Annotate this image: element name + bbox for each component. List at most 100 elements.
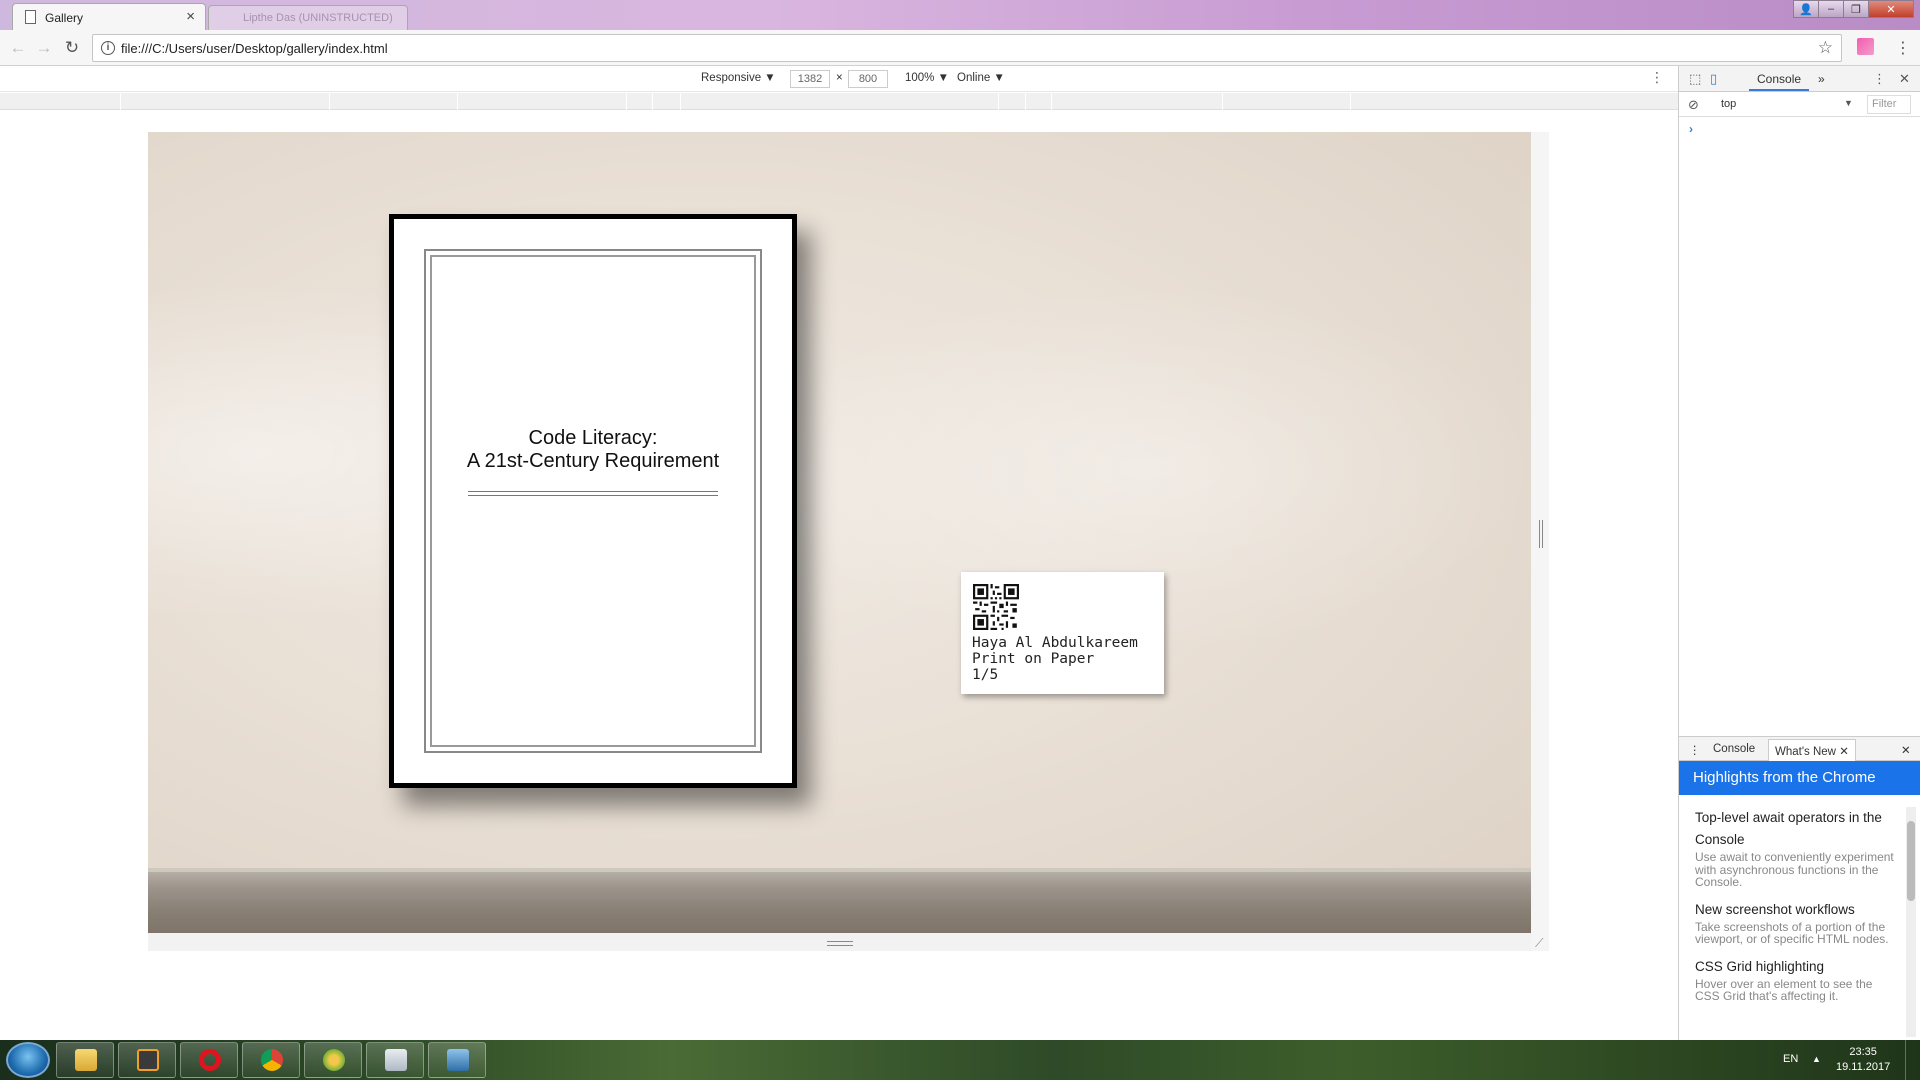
browser-tab-strip: Gallery × Lipthe Das (UNINSTRUCTED) 👤 – … xyxy=(0,0,1920,30)
minimize-button[interactable]: – xyxy=(1818,0,1844,18)
viewport-width-input[interactable]: 1382 xyxy=(790,70,830,88)
forward-arrow-icon[interactable]: → xyxy=(34,38,54,58)
chrome-icon xyxy=(261,1049,283,1071)
devtools-drawer: ⋮ Console What's New ✕ ✕ Highlights from… xyxy=(1679,736,1920,1040)
media-query-segment[interactable] xyxy=(1350,93,1351,110)
viewport-height-input[interactable]: 800 xyxy=(848,70,888,88)
taskbar-calculator[interactable] xyxy=(366,1042,424,1078)
whats-new-item-title: CSS Grid highlighting xyxy=(1695,958,1825,974)
taskbar-network[interactable] xyxy=(428,1042,486,1078)
qr-code-icon[interactable] xyxy=(973,584,1019,630)
bookmark-star-icon[interactable]: ☆ xyxy=(1818,38,1833,58)
corner-resize-icon[interactable]: ⟋ xyxy=(1535,936,1543,951)
context-select[interactable]: top xyxy=(1721,98,1736,110)
back-arrow-icon[interactable]: ← xyxy=(8,38,28,58)
media-query-segment[interactable] xyxy=(1025,93,1026,110)
tab-title-blurred: Lipthe Das (UNINSTRUCTED) xyxy=(243,12,393,24)
width-resize-handle[interactable] xyxy=(1539,520,1543,548)
close-window-button[interactable]: ✕ xyxy=(1868,0,1914,18)
media-query-bar[interactable] xyxy=(0,93,1678,110)
label-artist: Haya Al Abdulkareem xyxy=(972,635,1138,651)
start-button[interactable] xyxy=(6,1042,50,1078)
devtools-close-icon[interactable]: ✕ xyxy=(1899,71,1910,87)
more-tabs-icon[interactable]: » xyxy=(1818,72,1825,86)
media-query-segment[interactable] xyxy=(680,93,681,110)
chevron-down-icon[interactable]: ▼ xyxy=(1844,98,1853,108)
chrome-menu-icon[interactable]: ⋮ xyxy=(1895,38,1911,58)
taskbar: EN ▲ 23:35 19.11.2017 xyxy=(0,1040,1920,1080)
maximize-button[interactable]: ❐ xyxy=(1843,0,1869,18)
drawer-tab-console[interactable]: Console xyxy=(1713,743,1755,755)
reload-icon[interactable]: ↻ xyxy=(62,38,82,58)
console-filter-input[interactable]: Filter xyxy=(1867,95,1911,114)
media-query-segment[interactable] xyxy=(652,93,653,110)
tray-arrow-icon[interactable]: ▲ xyxy=(1812,1054,1821,1064)
device-toggle-icon[interactable]: ▯ xyxy=(1710,71,1717,87)
zoom-select[interactable]: 100% ▼ xyxy=(905,72,949,84)
media-query-segment[interactable] xyxy=(457,93,458,110)
drawer-close-icon[interactable]: ✕ xyxy=(1901,743,1911,757)
artwork-border-inner: Code Literacy: A 21st-Century Requiremen… xyxy=(430,255,756,747)
calculator-icon xyxy=(385,1049,407,1071)
taskbar-sublime[interactable] xyxy=(118,1042,176,1078)
drawer-tab-bar: ⋮ Console What's New ✕ ✕ xyxy=(1679,737,1920,762)
network-icon xyxy=(447,1049,469,1071)
url-text[interactable]: file:///C:/Users/user/Desktop/gallery/in… xyxy=(121,41,388,56)
list-item[interactable]: CSS Grid highlighting Hover over an elem… xyxy=(1695,956,1900,1003)
user-icon[interactable]: 👤 xyxy=(1793,0,1819,18)
address-bar[interactable]: i file:///C:/Users/user/Desktop/gallery/… xyxy=(92,34,1842,62)
console-prompt[interactable]: › xyxy=(1689,122,1693,136)
device-mode-select[interactable]: Responsive ▼ xyxy=(701,72,776,84)
extension-icon[interactable] xyxy=(1857,38,1874,55)
tab-close-icon[interactable]: × xyxy=(186,8,195,25)
label-medium: Print on Paper xyxy=(972,651,1095,667)
list-item[interactable]: New screenshot workflows Take screenshot… xyxy=(1695,899,1900,946)
taskbar-explorer[interactable] xyxy=(56,1042,114,1078)
artwork-title-line2: A 21st-Century Requirement xyxy=(466,450,720,472)
drawer-tab-whats-new[interactable]: What's New ✕ xyxy=(1768,739,1856,762)
chameleon-icon xyxy=(323,1049,345,1071)
height-resize-handle[interactable] xyxy=(827,941,853,946)
info-icon[interactable]: i xyxy=(101,41,115,55)
label-edition: 1/5 xyxy=(972,667,999,683)
taskbar-opera[interactable] xyxy=(180,1042,238,1078)
artwork-label-card[interactable]: Haya Al Abdulkareem Print on Paper 1/5 xyxy=(961,572,1164,694)
devtools-menu-icon[interactable]: ⋮ xyxy=(1873,71,1886,87)
language-indicator[interactable]: EN xyxy=(1783,1053,1798,1065)
devtools-panel: ⬚ ▯ Console » ⋮ ✕ ⊘ top ▼ Filter › ⋮ Con… xyxy=(1678,66,1920,1040)
device-mode-label: Responsive xyxy=(701,72,762,84)
artwork-frame[interactable]: Code Literacy: A 21st-Century Requiremen… xyxy=(389,214,797,788)
document-icon xyxy=(25,10,36,24)
media-query-segment[interactable] xyxy=(1222,93,1223,110)
whats-new-item-title: Top-level await operators in the Console xyxy=(1695,810,1882,847)
drawer-menu-icon[interactable]: ⋮ xyxy=(1689,743,1701,757)
device-toolbar: Responsive ▼ 1382 × 800 100% ▼ Online ▼ … xyxy=(0,66,1678,92)
list-item[interactable]: Top-level await operators in the Console… xyxy=(1695,807,1900,889)
tab-console[interactable]: Console xyxy=(1748,72,1810,91)
system-clock[interactable]: 23:35 19.11.2017 xyxy=(1836,1045,1890,1075)
taskbar-chrome[interactable] xyxy=(242,1042,300,1078)
tab-gallery[interactable]: Gallery × xyxy=(12,3,206,30)
scrollbar-thumb[interactable] xyxy=(1907,821,1915,901)
device-toolbar-more-icon[interactable]: ⋮ xyxy=(1650,69,1664,86)
media-query-segment[interactable] xyxy=(1051,93,1052,110)
media-query-segment[interactable] xyxy=(120,93,121,110)
artwork-title-line1: Code Literacy: xyxy=(528,427,658,449)
window-controls: 👤 – ❐ ✕ xyxy=(1793,0,1914,20)
opera-icon xyxy=(199,1049,221,1071)
media-query-segment[interactable] xyxy=(329,93,330,110)
drawer-scrollbar[interactable] xyxy=(1906,807,1916,1037)
gallery-floor xyxy=(148,872,1531,933)
clear-console-icon[interactable]: ⊘ xyxy=(1688,97,1699,113)
media-query-segment[interactable] xyxy=(998,93,999,110)
media-query-segment[interactable] xyxy=(626,93,627,110)
tab-new[interactable]: Lipthe Das (UNINSTRUCTED) xyxy=(208,5,408,30)
show-desktop-button[interactable] xyxy=(1905,1040,1920,1080)
taskbar-chameleon[interactable] xyxy=(304,1042,362,1078)
inspect-element-icon[interactable]: ⬚ xyxy=(1689,71,1701,87)
sublime-text-icon xyxy=(137,1049,159,1071)
network-throttle-select[interactable]: Online ▼ xyxy=(957,72,1005,84)
artwork-title: Code Literacy: A 21st-Century Requiremen… xyxy=(432,427,754,473)
artwork-border-outer: Code Literacy: A 21st-Century Requiremen… xyxy=(424,249,762,753)
network-label: Online xyxy=(957,72,991,84)
